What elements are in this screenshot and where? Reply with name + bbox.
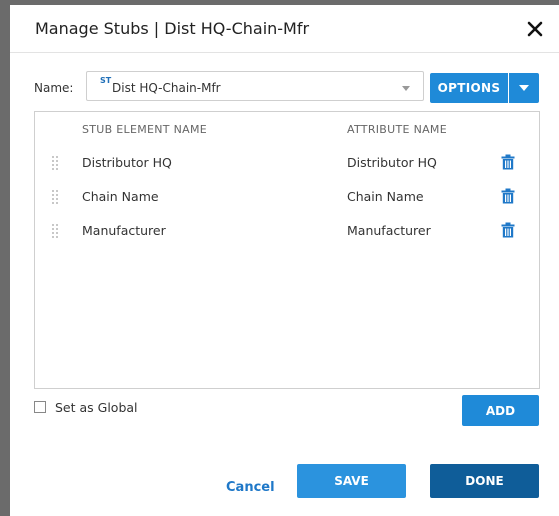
attribute-name: Chain Name	[347, 189, 424, 204]
attribute-name: Manufacturer	[347, 223, 431, 238]
drag-handle-icon[interactable]	[52, 156, 60, 170]
set-as-global-label: Set as Global	[55, 399, 138, 415]
drag-handle-icon[interactable]	[52, 190, 60, 204]
name-dropdown[interactable]: ST Dist HQ-Chain-Mfr	[86, 71, 424, 101]
set-as-global-checkbox[interactable]	[34, 401, 46, 413]
drag-handle-icon[interactable]	[52, 224, 60, 238]
chevron-down-icon	[402, 86, 410, 91]
attribute-name: Distributor HQ	[347, 155, 437, 170]
stub-element-name: Manufacturer	[82, 223, 166, 238]
dialog-header: Manage Stubs | Dist HQ-Chain-Mfr	[10, 5, 559, 53]
add-button[interactable]: ADD	[462, 395, 539, 426]
table-row[interactable]: Distributor HQ Distributor HQ	[35, 146, 539, 180]
stub-elements-table: STUB ELEMENT NAME ATTRIBUTE NAME Distrib…	[34, 111, 540, 389]
stub-element-name: Distributor HQ	[82, 155, 172, 170]
set-as-global-option: Set as Global	[34, 398, 138, 416]
stub-type-prefix: ST	[100, 76, 112, 85]
name-label: Name:	[34, 81, 74, 95]
column-header-attribute-name: ATTRIBUTE NAME	[347, 123, 447, 136]
options-button[interactable]: OPTIONS	[430, 73, 508, 103]
trash-icon[interactable]	[501, 154, 515, 170]
table-row[interactable]: Manufacturer Manufacturer	[35, 214, 539, 248]
cancel-button[interactable]: Cancel	[226, 480, 275, 495]
chevron-down-icon	[519, 85, 529, 91]
stub-element-name: Chain Name	[82, 189, 159, 204]
close-icon	[527, 21, 543, 37]
name-dropdown-value: Dist HQ-Chain-Mfr	[112, 81, 221, 95]
trash-icon[interactable]	[501, 222, 515, 238]
trash-icon[interactable]	[501, 188, 515, 204]
column-header-stub-element-name: STUB ELEMENT NAME	[82, 123, 208, 136]
dialog-title: Manage Stubs | Dist HQ-Chain-Mfr	[35, 19, 310, 38]
manage-stubs-dialog: Manage Stubs | Dist HQ-Chain-Mfr Name: S…	[10, 5, 559, 516]
done-button[interactable]: DONE	[430, 464, 539, 498]
table-row[interactable]: Chain Name Chain Name	[35, 180, 539, 214]
options-dropdown-toggle[interactable]	[509, 73, 539, 103]
close-button[interactable]	[519, 12, 551, 46]
save-button[interactable]: SAVE	[297, 464, 406, 498]
